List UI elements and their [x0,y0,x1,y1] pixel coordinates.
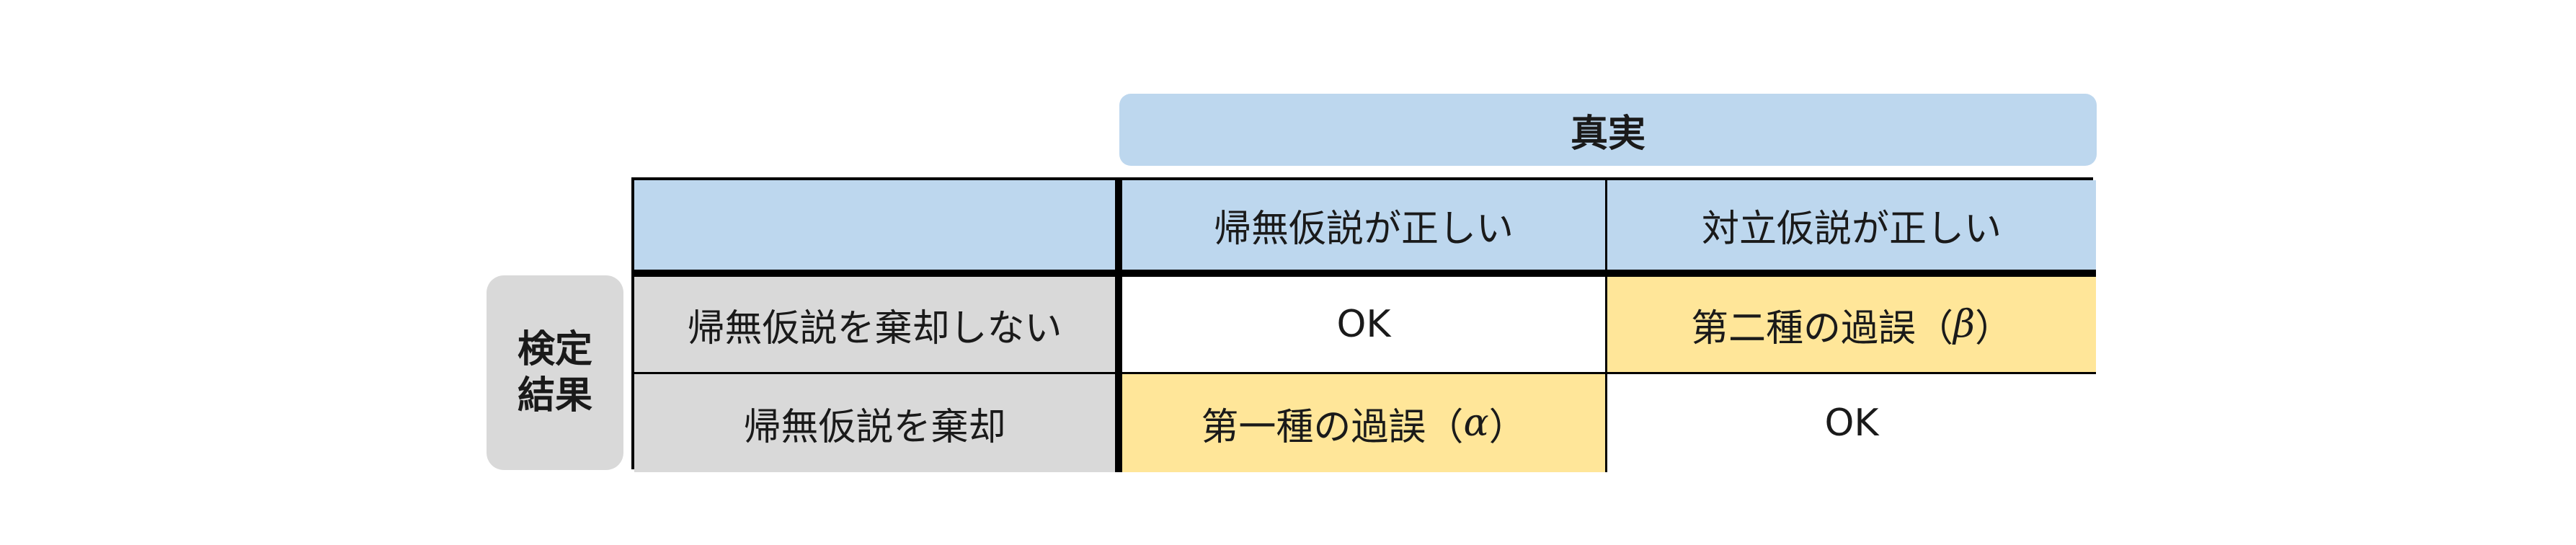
test-result-label-line1: 検定 [517,328,592,371]
type-ii-error-text: 第二種の過誤（ [1690,306,1953,350]
test-result-label: 検定 結果 [487,275,623,470]
truth-header: 真実 [1119,94,2097,166]
type-i-error-close: ） [1488,405,1527,449]
cell-correct-reject: OK [1607,374,2096,472]
error-types-table: 帰無仮説が正しい 対立仮説が正しい 帰無仮説を棄却しない OK 第二種の過誤（ β… [631,177,2096,472]
cell-type-i-error: 第一種の過誤（ α） [1122,374,1607,472]
column-header-alternative-true: 対立仮説が正しい [1607,180,2096,277]
type-i-error-text: 第一種の過誤（ [1201,405,1464,449]
table-corner-cell [634,180,1122,277]
test-result-label-line2: 結果 [517,374,592,417]
column-header-null-true: 帰無仮説が正しい [1122,180,1607,277]
row-header-not-reject: 帰無仮説を棄却しない [634,277,1122,374]
row-header-reject: 帰無仮説を棄却 [634,374,1122,472]
beta-symbol: β [1953,303,1976,346]
alpha-symbol: α [1463,402,1489,445]
cell-correct-not-reject: OK [1122,277,1607,374]
type-ii-error-close: ） [1975,306,2013,350]
cell-type-ii-error: 第二種の過誤（ β） [1607,277,2096,374]
